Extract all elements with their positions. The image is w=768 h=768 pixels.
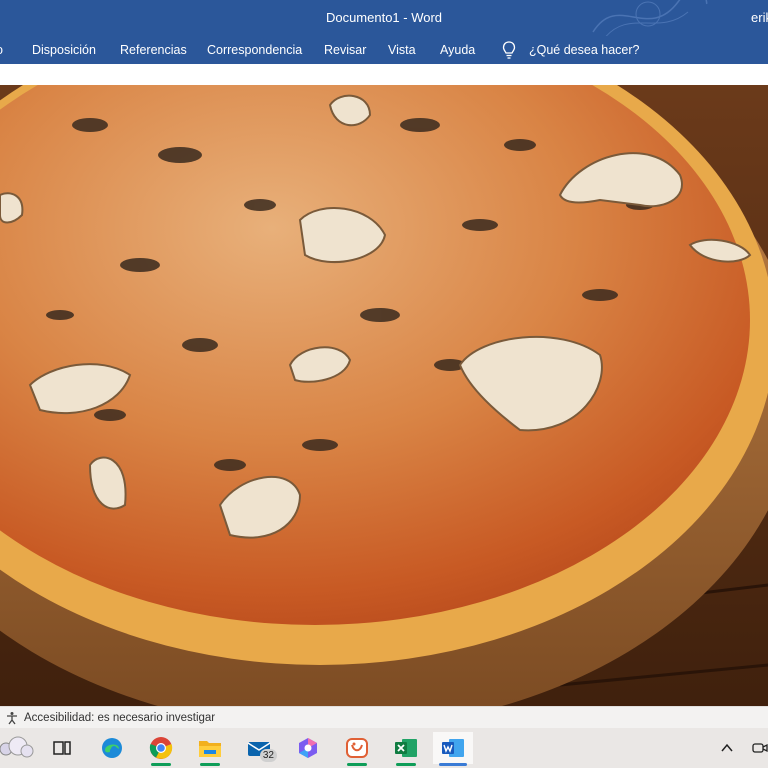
status-bar: Accesibilidad: es necesario investigar (0, 706, 768, 728)
account-name[interactable]: erik (751, 10, 768, 25)
document-canvas[interactable] (0, 64, 768, 742)
ribbon-tabs: o Disposición Referencias Correspondenci… (0, 36, 768, 64)
snipping-tool-icon (346, 738, 368, 758)
copilot-icon (299, 738, 317, 758)
pizza-image[interactable] (0, 85, 768, 742)
tab-correspondencia[interactable]: Correspondencia (207, 43, 302, 57)
taskbar-mail[interactable]: 32 (239, 732, 279, 764)
lightbulb-icon (502, 41, 516, 59)
camera-icon[interactable] (752, 741, 768, 755)
taskbar: 32 (0, 728, 768, 768)
accessibility-icon[interactable] (5, 711, 19, 725)
tab-vista[interactable]: Vista (388, 43, 416, 57)
taskbar-chrome[interactable] (141, 732, 181, 766)
taskbar-snipping-tool[interactable] (337, 732, 377, 766)
excel-icon (395, 739, 417, 757)
taskbar-task-view[interactable] (42, 732, 82, 764)
explorer-running-indicator (200, 763, 220, 766)
taskbar-widgets[interactable] (0, 732, 36, 764)
tab-disposicion[interactable]: Disposición (32, 43, 96, 57)
tab-ayuda[interactable]: Ayuda (440, 43, 475, 57)
taskbar-edge[interactable] (92, 732, 132, 764)
weather-cloud-icon (0, 736, 34, 758)
chrome-running-indicator (151, 763, 171, 766)
tab-revisar[interactable]: Revisar (324, 43, 366, 57)
document-title: Documento1 - Word (325, 10, 443, 25)
taskbar-copilot[interactable] (288, 732, 328, 764)
excel-running-indicator (396, 763, 416, 766)
word-icon (442, 739, 464, 757)
title-bar: Documento1 - Word erik (0, 0, 768, 36)
accessibility-status[interactable]: Accesibilidad: es necesario investigar (24, 712, 215, 724)
taskbar-excel[interactable] (386, 732, 426, 766)
tab-referencias[interactable]: Referencias (120, 43, 187, 57)
snipping-running-indicator (347, 763, 367, 766)
folder-icon (199, 741, 221, 757)
task-view-icon (53, 741, 71, 755)
edge-icon (102, 738, 122, 758)
taskbar-file-explorer[interactable] (190, 732, 230, 766)
tab-diseno[interactable]: o (0, 43, 3, 57)
chevron-up-icon[interactable] (720, 741, 734, 755)
tell-me-search[interactable]: ¿Qué desea hacer? (529, 43, 640, 57)
word-window: Documento1 - Word erik o Disposición Ref… (0, 0, 768, 768)
word-active-indicator (439, 763, 467, 766)
chrome-icon (149, 737, 173, 759)
taskbar-word[interactable] (433, 732, 473, 766)
pizza-photo (0, 85, 768, 742)
mail-unread-badge: 32 (259, 749, 277, 762)
